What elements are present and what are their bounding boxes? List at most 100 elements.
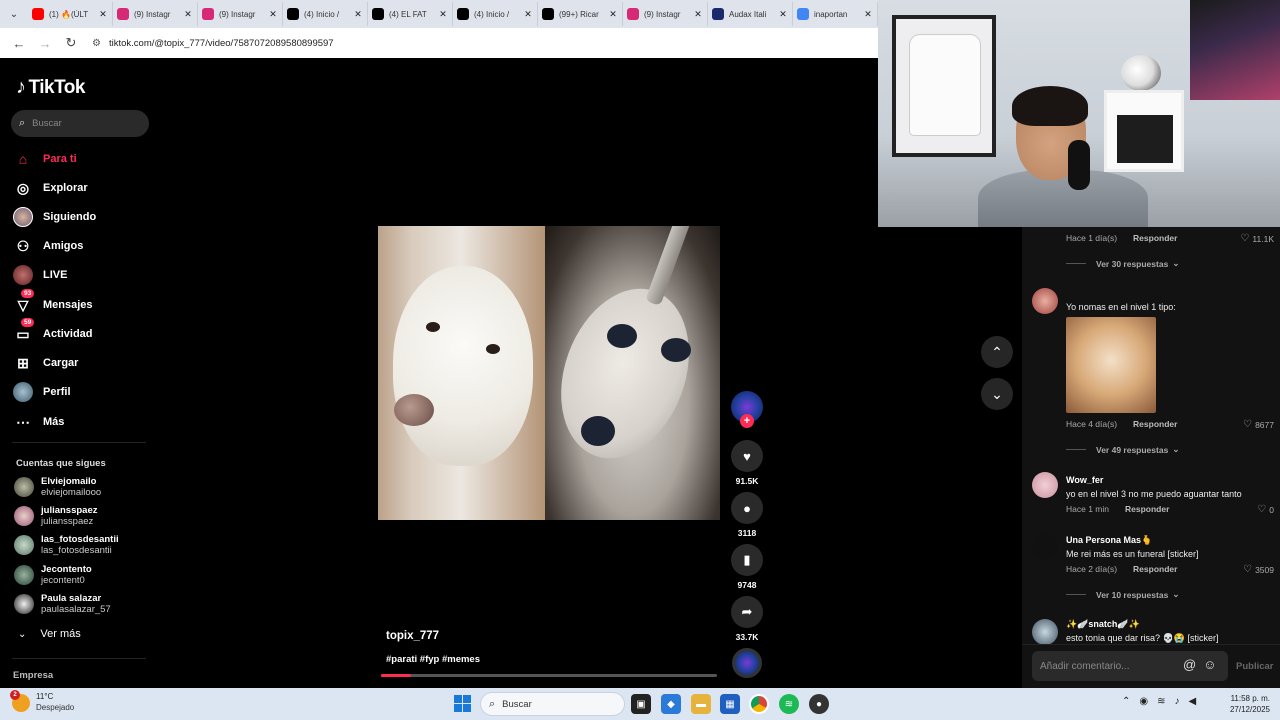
store-icon[interactable]: ▦ (720, 694, 740, 714)
emoji-icon[interactable]: ☺ (1203, 657, 1216, 672)
browser-tab[interactable]: (4) Inicio / ✕ (453, 2, 538, 26)
nav-cargar[interactable]: ⊞ Cargar (13, 353, 78, 373)
tiktok-logo[interactable]: ♪ TikTok (16, 76, 85, 99)
reload-icon[interactable]: ↻ (60, 32, 82, 54)
view-replies-label: Ver 10 respuestas (1096, 589, 1169, 600)
heart-icon: ♥ (743, 448, 751, 464)
nav-explorar[interactable]: ◎ Explorar (13, 178, 88, 198)
tab-search-chevron-icon[interactable]: ⌄ (6, 5, 22, 23)
nav-siguiendo[interactable]: Siguiendo (13, 207, 96, 227)
browser-tab[interactable]: Audax Itali ✕ (708, 2, 793, 26)
reply-button[interactable]: Responder (1125, 504, 1169, 514)
video-progress-track[interactable] (381, 674, 717, 677)
save-button[interactable]: ▮ (731, 544, 763, 576)
network-icon[interactable]: ◉ (1139, 696, 1148, 707)
site-info-icon[interactable]: ⚙ (92, 38, 101, 49)
browser-tab[interactable]: (4) Inicio / ✕ (283, 2, 368, 26)
music-disc-icon[interactable] (732, 648, 762, 678)
windows-start-icon[interactable] (454, 695, 471, 712)
microphone-icon[interactable]: ♪ (1175, 696, 1180, 707)
spotify-icon[interactable]: ≋ (779, 694, 799, 714)
browser-tab[interactable]: (9) Instagr ✕ (623, 2, 708, 26)
following-item[interactable]: juliansspaez juliansspaez (14, 505, 98, 527)
browser-tab[interactable]: (9) Instagr ✕ (198, 2, 283, 26)
volume-icon[interactable]: ◀ (1189, 696, 1197, 707)
following-item[interactable]: Elviejomailo elviejomailooo (14, 476, 101, 498)
close-icon[interactable]: ✕ (183, 9, 193, 20)
share-button[interactable]: ➦ (731, 596, 763, 628)
url-field[interactable]: ⚙ tiktok.com/@topix_777/video/7587072089… (92, 38, 334, 49)
comment-cat-sticker-image[interactable] (1066, 317, 1156, 413)
obs-icon[interactable]: ● (809, 694, 829, 714)
browser-tab[interactable]: (9) Instagr ✕ (113, 2, 198, 26)
avatar[interactable] (1032, 533, 1058, 559)
follow-plus-icon[interactable]: + (740, 414, 754, 428)
comment-author[interactable]: ✨🪽snatch🪽✨ (1066, 619, 1140, 630)
following-item[interactable]: las_fotosdesantii las_fotosdesantii (14, 534, 119, 556)
reply-button[interactable]: Responder (1133, 233, 1177, 243)
comment-button[interactable]: ● (731, 492, 763, 524)
close-icon[interactable]: ✕ (608, 9, 618, 20)
chrome-icon[interactable] (749, 694, 769, 714)
reply-button[interactable]: Responder (1133, 564, 1177, 574)
comment-like-button[interactable]: ♡ 3509 (1243, 564, 1274, 575)
ver-mas-button[interactable]: ⌄ Ver más (18, 628, 81, 640)
close-icon[interactable]: ✕ (353, 9, 363, 20)
following-item[interactable]: Paula salazar paulasalazar_57 (14, 593, 111, 615)
close-icon[interactable]: ✕ (523, 9, 533, 20)
comment-meta: Hace 2 día(s) Responder (1066, 564, 1177, 574)
comment-author[interactable]: Wow_fer (1066, 475, 1103, 485)
empresa-link[interactable]: Empresa (13, 670, 53, 681)
comment-author[interactable]: Una Persona Mas🫰 (1066, 535, 1152, 546)
close-icon[interactable]: ✕ (863, 9, 873, 20)
like-button[interactable]: ♥ (731, 440, 763, 472)
avatar[interactable] (1032, 619, 1058, 645)
reply-button[interactable]: Responder (1133, 419, 1177, 429)
browser-tab[interactable]: (99+) Ricar ✕ (538, 2, 623, 26)
close-icon[interactable]: ✕ (438, 9, 448, 20)
view-replies-button[interactable]: Ver 49 respuestas ⌄ (1066, 444, 1179, 455)
nav-live[interactable]: LIVE (13, 265, 67, 285)
taskbar-clock[interactable]: 11:58 p. m. 27/12/2025 (1222, 693, 1270, 715)
mention-icon[interactable]: @ (1183, 657, 1196, 672)
nav-label: Siguiendo (43, 211, 97, 223)
file-explorer-icon[interactable]: ▬ (691, 694, 711, 714)
wifi-icon[interactable]: ≋ (1157, 696, 1165, 707)
search-input[interactable]: ⌕ Buscar (11, 110, 149, 137)
next-video-button[interactable]: ⌄ (981, 378, 1013, 410)
close-icon[interactable]: ✕ (778, 9, 788, 20)
view-replies-button[interactable]: Ver 10 respuestas ⌄ (1066, 589, 1179, 600)
close-icon[interactable]: ✕ (693, 9, 703, 20)
avatar[interactable] (1032, 472, 1058, 498)
nav-actividad[interactable]: ▭ 59 Actividad (13, 318, 93, 344)
nav-perfil[interactable]: Perfil (13, 382, 71, 402)
nav-para-ti[interactable]: ⌂ Para ti (13, 149, 77, 169)
previous-video-button[interactable]: ⌃ (981, 336, 1013, 368)
chevron-up-icon[interactable]: ⌃ (1122, 696, 1130, 707)
video-player[interactable] (378, 226, 720, 520)
task-view-icon[interactable]: ▣ (631, 694, 651, 714)
close-icon[interactable]: ✕ (268, 9, 278, 20)
publish-button[interactable]: Publicar (1236, 661, 1274, 672)
comment-like-button[interactable]: ♡ 11.1K (1240, 233, 1274, 244)
view-replies-button[interactable]: Ver 30 respuestas ⌄ (1066, 258, 1179, 269)
video-tags[interactable]: #parati #fyp #memes (386, 654, 480, 665)
browser-tab[interactable]: (1) 🔥(ÚLT ✕ (28, 2, 113, 26)
close-icon[interactable]: ✕ (98, 9, 108, 20)
nav-mas[interactable]: ⋯ Más (13, 412, 64, 432)
avatar[interactable] (1032, 288, 1058, 314)
taskbar-search[interactable]: ⌕ Buscar (480, 692, 625, 716)
browser-tab[interactable]: inaportan ✕ (793, 2, 878, 26)
weather-widget[interactable]: 2 11°C Despejado (10, 689, 74, 713)
comment-like-button[interactable]: ♡ 0 (1257, 504, 1274, 515)
more-icon: ⋯ (16, 413, 30, 430)
copilot-icon[interactable]: ◆ (661, 694, 681, 714)
following-item[interactable]: Jecontento jecontent0 (14, 564, 92, 586)
browser-tab[interactable]: (4) EL FAT ✕ (368, 2, 453, 26)
nav-mensajes[interactable]: ▽ 93 Mensajes (13, 289, 93, 315)
nav-amigos[interactable]: ⚇ Amigos (13, 236, 84, 256)
comment-like-button[interactable]: ♡ 8677 (1243, 419, 1274, 430)
video-author[interactable]: topix_777 (386, 630, 439, 642)
back-arrow-icon[interactable]: ← (8, 32, 30, 54)
forward-arrow-icon[interactable]: → (34, 32, 56, 54)
